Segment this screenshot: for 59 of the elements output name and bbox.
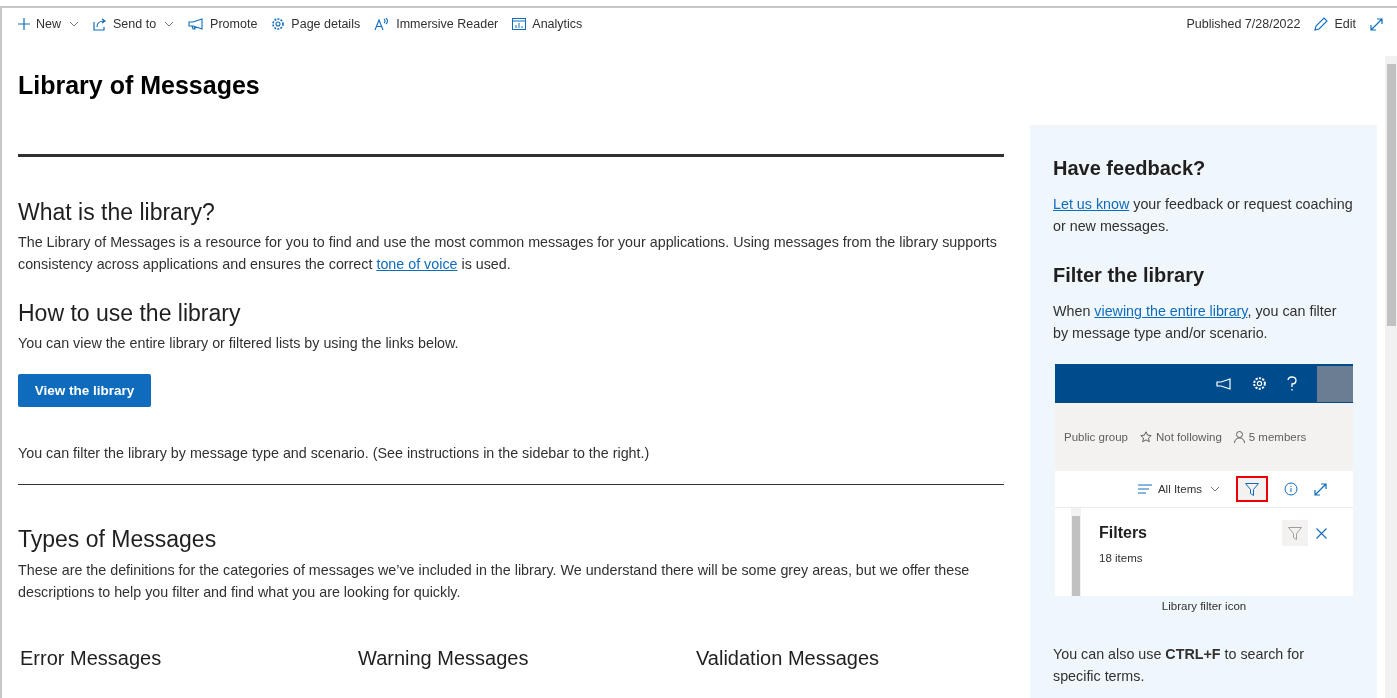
member-count: 5 members bbox=[1248, 431, 1307, 443]
sidebar-heading: Filter the library bbox=[1053, 263, 1206, 288]
star-icon bbox=[1139, 431, 1152, 443]
chart-icon bbox=[512, 18, 527, 30]
link[interactable]: tone of voice bbox=[376, 256, 458, 272]
follow-status: Not following bbox=[1155, 431, 1222, 443]
toolbar-button[interactable]: Analytics bbox=[512, 17, 583, 31]
caret-icon bbox=[164, 21, 175, 27]
pencil-icon bbox=[1314, 17, 1329, 31]
toolbar-button[interactable]: New bbox=[18, 17, 79, 31]
group-label: Public group bbox=[1064, 431, 1128, 443]
panel-title: Filters bbox=[1099, 524, 1148, 542]
paragraph: The Library of Messages is a resource for you to find and use the most common messages for your applications. Using messages from the library supports consistency across applications and ensures the correct tone of voice is used. bbox=[18, 233, 998, 274]
share-icon bbox=[93, 17, 107, 31]
paragraph: You can also use CTRL+F to search for specific terms. bbox=[1053, 645, 1305, 686]
section-heading: How to use the library bbox=[18, 299, 242, 328]
caret-icon bbox=[69, 21, 79, 27]
toolbar-button[interactable]: Page details bbox=[271, 17, 361, 31]
gear-icon bbox=[271, 17, 286, 31]
list-icon bbox=[1137, 484, 1152, 494]
toolbar-button[interactable]: Send to bbox=[93, 17, 175, 31]
avatar bbox=[1317, 365, 1353, 402]
megaphone-icon bbox=[1216, 377, 1232, 390]
column-heading: Validation Messages bbox=[696, 647, 881, 670]
expand-icon[interactable] bbox=[1370, 17, 1383, 31]
close-icon bbox=[1316, 527, 1327, 539]
link[interactable]: viewing the entire library bbox=[1094, 303, 1248, 319]
expand-icon bbox=[1314, 482, 1327, 496]
clear-filter-icon bbox=[1282, 520, 1308, 546]
column-heading: Error Messages bbox=[20, 647, 163, 670]
filter-icon bbox=[1245, 482, 1259, 496]
section-heading: What is the library? bbox=[18, 198, 216, 227]
paragraph: These are the definitions for the categories of messages we’ve included in the library. We understand there will be some grey areas, but we offer these descriptions to help you filter and find what you are looking for quickly. bbox=[18, 561, 971, 602]
person-icon bbox=[1233, 431, 1245, 443]
paragraph: You can filter the library by message type and scenario. (See instructions in the sidebar to the right.) bbox=[18, 444, 651, 463]
plus-icon bbox=[18, 18, 30, 30]
megaphone-icon bbox=[188, 18, 205, 30]
edit-button[interactable]: Edit bbox=[1314, 17, 1356, 31]
paragraph: You can view the entire library or filtered lists by using the links below. bbox=[18, 334, 460, 353]
gear-icon bbox=[1252, 376, 1267, 391]
published-date: Published 7/28/2022 bbox=[1186, 17, 1301, 31]
toolbar-button[interactable]: Immersive Reader bbox=[374, 17, 499, 31]
info-icon bbox=[1284, 482, 1298, 496]
scrollbar[interactable] bbox=[1385, 56, 1397, 698]
paragraph: When viewing the entire library, you can filter by message type and/or scenario. bbox=[1053, 302, 1338, 343]
reader-icon bbox=[374, 17, 391, 31]
item-count: 18 items bbox=[1099, 552, 1143, 564]
column-heading: Warning Messages bbox=[358, 647, 530, 670]
image-caption: Library filter icon bbox=[1160, 600, 1248, 612]
view-selector: All Items bbox=[1157, 483, 1202, 495]
page-title: Library of Messages bbox=[17, 70, 261, 101]
section-heading: Types of Messages bbox=[18, 525, 218, 554]
help-icon bbox=[1287, 376, 1297, 391]
paragraph: Let us know your feedback or request coaching or new messages. bbox=[1053, 195, 1354, 236]
sidebar-heading: Have feedback? bbox=[1053, 156, 1207, 181]
caret-icon bbox=[1210, 486, 1220, 492]
link[interactable]: Let us know bbox=[1053, 196, 1130, 212]
toolbar-button[interactable]: Promote bbox=[188, 17, 258, 31]
view-library-button[interactable]: View the library bbox=[18, 374, 151, 407]
